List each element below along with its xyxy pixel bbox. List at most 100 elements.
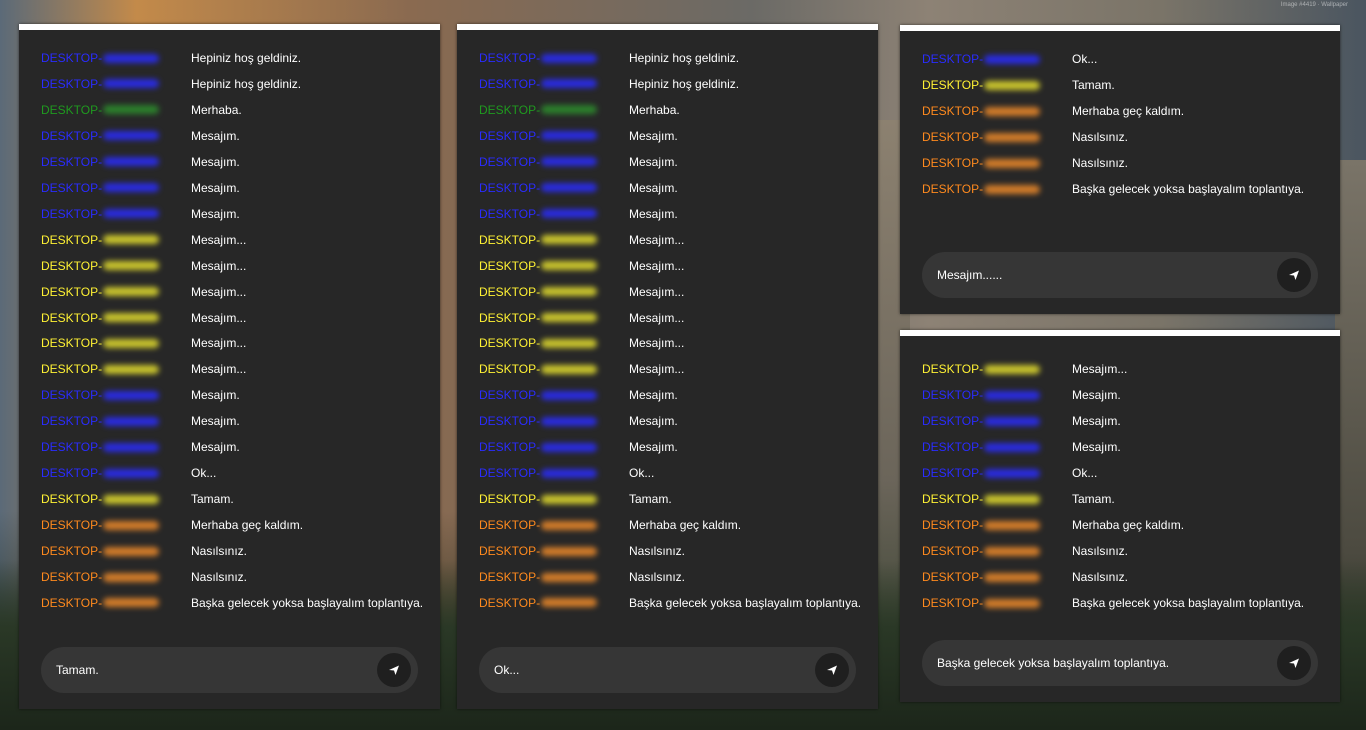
username-prefix: DESKTOP- — [41, 310, 103, 325]
message-username: DESKTOP- — [41, 544, 191, 558]
redacted-hostname — [541, 364, 598, 374]
send-button[interactable] — [1277, 646, 1311, 680]
redacted-hostname — [984, 80, 1041, 90]
message-username: DESKTOP- — [479, 311, 629, 325]
redacted-hostname — [103, 442, 160, 452]
message-row: DESKTOP- Mesajım. — [922, 411, 1121, 431]
redacted-hostname — [103, 313, 160, 322]
chat-window-4: DESKTOP- Mesajım... DESKTOP- Mesajım. DESKTO… — [900, 330, 1340, 702]
message-input[interactable] — [479, 662, 815, 678]
message-row: DESKTOP- Merhaba geç kaldım. — [922, 101, 1184, 121]
username-prefix: DESKTOP- — [41, 570, 103, 584]
message-text: Mesajım. — [191, 154, 240, 169]
message-username: DESKTOP- — [922, 156, 1072, 170]
username-prefix: DESKTOP- — [41, 595, 103, 610]
message-text: Tamam. — [629, 492, 672, 507]
redacted-hostname — [984, 520, 1041, 530]
username-prefix: DESKTOP- — [479, 388, 541, 403]
message-text: Başka gelecek yoksa başlayalım toplantıy… — [629, 595, 862, 610]
username-prefix: DESKTOP- — [41, 154, 103, 169]
message-row: DESKTOP- Mesajım... — [479, 308, 684, 328]
redacted-hostname — [103, 468, 160, 478]
redacted-hostname — [541, 520, 598, 530]
message-text: Ok... — [629, 466, 655, 481]
message-row: DESKTOP- Mesajım. — [479, 411, 678, 431]
redacted-hostname — [103, 209, 160, 219]
send-button[interactable] — [377, 653, 411, 687]
chat-window-3: DESKTOP- Ok... DESKTOP- Tamam. DESKTOP- Merha… — [900, 25, 1340, 314]
username-prefix: DESKTOP- — [479, 595, 541, 610]
message-row: DESKTOP- Nasılsınız. — [922, 153, 1128, 173]
message-username: DESKTOP- — [41, 129, 191, 143]
message-text: Mesajım. — [629, 180, 678, 195]
message-text: Hepiniz hoş geldiniz. — [629, 51, 740, 65]
redacted-hostname — [103, 520, 160, 530]
username-prefix: DESKTOP- — [41, 414, 103, 429]
username-prefix: DESKTOP- — [41, 440, 103, 455]
message-username: DESKTOP- — [479, 414, 629, 428]
message-row: DESKTOP- Nasılsınız. — [41, 541, 247, 561]
message-row: DESKTOP- Başka gelecek yoksa başlayalım t… — [41, 593, 423, 613]
message-row: DESKTOP- Merhaba. — [479, 100, 680, 120]
redacted-hostname — [541, 546, 598, 556]
message-text: Nasılsınız. — [191, 544, 248, 559]
redacted-hostname — [541, 79, 598, 89]
message-input[interactable] — [922, 655, 1277, 671]
message-text: Merhaba geç kaldım. — [191, 518, 304, 533]
redacted-hostname — [984, 416, 1041, 426]
username-prefix: DESKTOP- — [922, 440, 984, 454]
redacted-hostname — [103, 79, 160, 89]
message-row: DESKTOP- Hepiniz hoş geldiniz. — [41, 74, 301, 94]
message-username: DESKTOP- — [479, 596, 629, 610]
message-text: Ok... — [1072, 466, 1098, 480]
message-text: Mesajım. — [629, 206, 678, 221]
username-prefix: DESKTOP- — [479, 232, 541, 247]
message-text: Mesajım. — [1072, 388, 1121, 402]
message-input[interactable] — [41, 662, 377, 678]
message-text: Merhaba geç kaldım. — [1072, 104, 1185, 118]
message-username: DESKTOP- — [41, 103, 191, 117]
message-username: DESKTOP- — [41, 77, 191, 91]
message-username: DESKTOP- — [41, 207, 191, 221]
message-username: DESKTOP- — [479, 77, 629, 91]
message-row: DESKTOP- Mesajım... — [41, 308, 246, 328]
message-text: Mesajım. — [629, 154, 678, 169]
username-prefix: DESKTOP- — [922, 78, 984, 92]
username-prefix: DESKTOP- — [41, 284, 103, 299]
message-username: DESKTOP- — [922, 466, 1072, 480]
send-button[interactable] — [1277, 258, 1311, 292]
username-prefix: DESKTOP- — [479, 102, 541, 117]
redacted-hostname — [984, 158, 1041, 168]
message-text: Başka gelecek yoksa başlayalım toplantıy… — [1072, 596, 1305, 610]
send-button[interactable] — [815, 653, 849, 687]
message-row: DESKTOP- Mesajım. — [479, 126, 678, 146]
message-username: DESKTOP- — [41, 336, 191, 350]
message-row: DESKTOP- Mesajım... — [479, 230, 684, 250]
message-text: Mesajım... — [191, 362, 247, 377]
message-username: DESKTOP- — [41, 388, 191, 402]
username-prefix: DESKTOP- — [479, 258, 541, 273]
message-username: DESKTOP- — [41, 233, 191, 247]
message-text: Mesajım... — [191, 310, 247, 325]
redacted-hostname — [541, 494, 598, 504]
message-row: DESKTOP- Mesajım. — [41, 411, 240, 431]
message-row: DESKTOP- Mesajım. — [479, 204, 678, 224]
message-row: DESKTOP- Ok... — [41, 463, 216, 483]
message-row: DESKTOP- Nasılsınız. — [922, 541, 1128, 561]
message-text: Başka gelecek yoksa başlayalım toplantıy… — [191, 595, 424, 610]
message-text: Nasılsınız. — [1072, 544, 1129, 558]
redacted-hostname — [541, 442, 598, 452]
message-username: DESKTOP- — [922, 182, 1072, 196]
message-text: Hepiniz hoş geldiniz. — [191, 76, 302, 91]
username-prefix: DESKTOP- — [922, 156, 984, 170]
message-text: Mesajım. — [629, 414, 678, 429]
message-row: DESKTOP- Mesajım. — [922, 437, 1121, 457]
message-row: DESKTOP- Mesajım... — [41, 333, 246, 353]
message-row: DESKTOP- Hepiniz hoş geldiniz. — [41, 48, 301, 68]
message-input[interactable] — [922, 267, 1277, 283]
message-username: DESKTOP- — [479, 285, 629, 299]
redacted-hostname — [984, 364, 1041, 374]
message-row: DESKTOP- Mesajım. — [479, 437, 678, 457]
redacted-hostname — [103, 261, 160, 271]
username-prefix: DESKTOP- — [922, 518, 984, 532]
